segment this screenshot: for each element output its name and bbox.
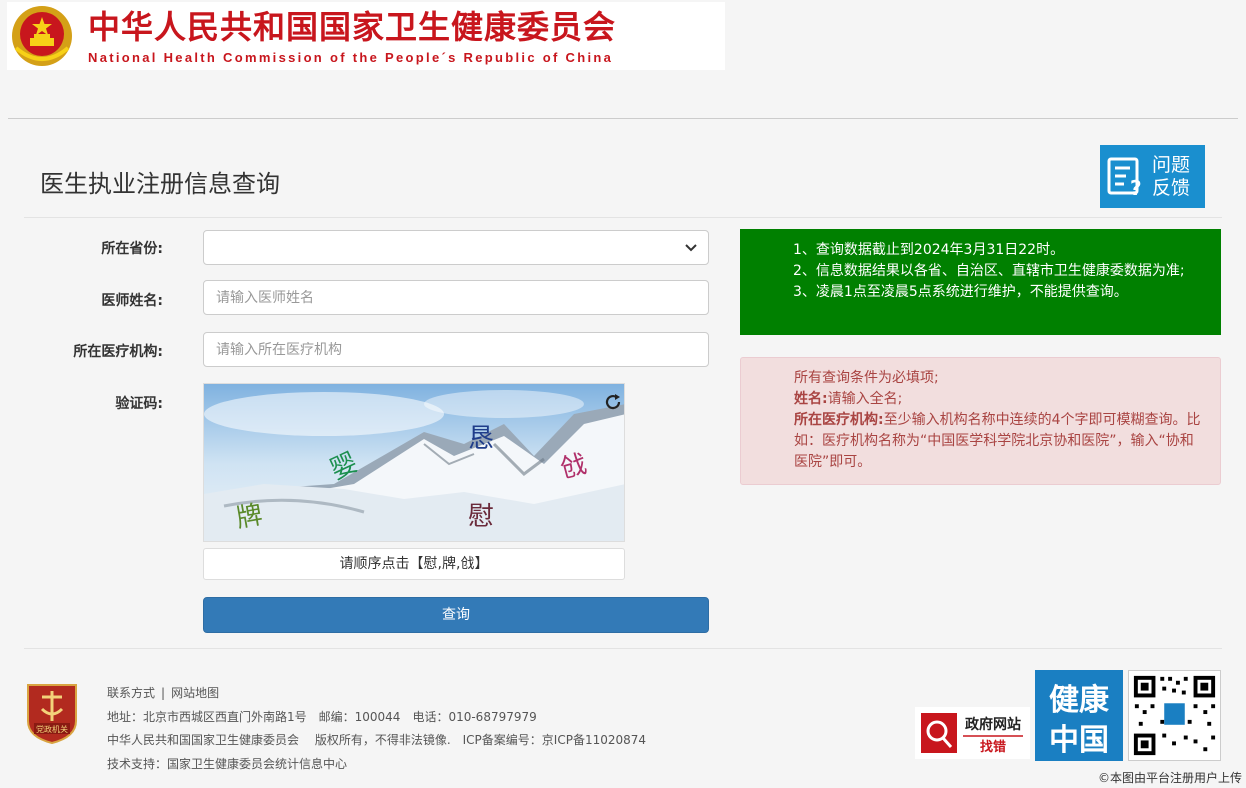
province-select[interactable] <box>203 230 709 265</box>
party-badge-text: 党政机关 <box>36 724 68 734</box>
province-label: 所在省份: <box>101 241 163 257</box>
info-notice-line: 3、凌晨1点至凌晨5点系统进行维护，不能提供查询。 <box>793 284 1128 300</box>
captcha-image[interactable]: 婴 恳 戗 牌 慰 <box>203 383 625 542</box>
rules-name-text: 请输入全名; <box>827 391 903 407</box>
doctor-name-label: 医师姓名: <box>101 293 163 309</box>
banner-title-en: National Health Commission of the People… <box>88 49 614 65</box>
watermark: ©本图由平台注册用户上传 <box>1097 771 1242 785</box>
banner-title-cn: 中华人民共和国国家卫生健康委员会 <box>88 7 617 46</box>
info-notice-line: 2、信息数据结果以各省、自治区、直辖市卫生健康委数据为准; <box>793 263 1185 279</box>
doctor-name-field[interactable] <box>203 280 709 315</box>
gov-site-error-report-button[interactable]: 政府网站 找错 <box>915 707 1030 759</box>
header-banner: 中华人民共和国国家卫生健康委员会 National Health Commiss… <box>7 2 725 70</box>
page-title: 医生执业注册信息查询 <box>40 170 280 198</box>
contact-link[interactable]: 联系方式 <box>107 686 155 700</box>
footer-support: 技术支持：国家卫生健康委员会统计信息中心 <box>107 756 348 771</box>
captcha-label: 验证码: <box>115 396 163 412</box>
captcha-hint: 请顺序点击【慰,牌,戗】 <box>203 548 625 580</box>
chevron-down-icon <box>685 244 697 252</box>
info-notice: 1、查询数据截止到2024年3月31日22时。 2、信息数据结果以各省、自治区、… <box>740 229 1221 335</box>
footer-copyright: 中华人民共和国国家卫生健康委员会 版权所有，不得非法镜像. ICP备案编号：京I… <box>107 733 647 747</box>
qr-code-icon <box>1128 670 1221 761</box>
institution-label: 所在医疗机构: <box>73 344 163 360</box>
jkzg-line1: 健康 <box>1049 683 1110 718</box>
divider <box>24 648 1222 649</box>
sitemap-link[interactable]: 网站地图 <box>171 686 219 700</box>
national-emblem-icon <box>12 6 72 66</box>
divider <box>8 118 1238 119</box>
rules-org-key: 所在医疗机构: <box>794 412 884 428</box>
institution-input[interactable] <box>216 341 696 358</box>
rules-notice-line: 所有查询条件为必填项; <box>794 370 939 386</box>
captcha-char[interactable]: 慰 <box>468 496 494 533</box>
divider <box>24 217 1222 218</box>
refresh-icon[interactable] <box>603 392 623 412</box>
info-notice-line: 1、查询数据截止到2024年3月31日22时。 <box>793 242 1065 258</box>
feedback-icon: ? <box>1107 157 1142 199</box>
healthy-china-logo[interactable]: 健康 中国 <box>1035 670 1123 761</box>
feedback-label-line2: 反馈 <box>1152 176 1191 199</box>
doctor-name-input[interactable] <box>216 289 696 306</box>
gov-find-line1: 政府网站 <box>965 716 1021 733</box>
rules-name-key: 姓名: <box>794 391 828 407</box>
rules-notice: 所有查询条件为必填项; 姓名:请输入全名; 所在医疗机构:至少输入机构名称中连续… <box>740 357 1221 485</box>
footer-info: 联系方式 | 网站地图 地址：北京市西城区西直门外南路1号 邮编：100044 电话… <box>107 682 646 776</box>
institution-field[interactable] <box>203 332 709 367</box>
feedback-label-line1: 问题 <box>1152 153 1191 176</box>
captcha-char[interactable]: 恳 <box>468 418 494 455</box>
jkzg-line2: 中国 <box>1049 723 1109 758</box>
feedback-button[interactable]: ? 问题 反馈 <box>1100 145 1205 208</box>
query-button[interactable]: 查询 <box>203 597 709 633</box>
footer-address: 地址：北京市西城区西直门外南路1号 邮编：100044 电话：010-68797… <box>107 709 537 724</box>
party-government-badge[interactable]: 党政机关 <box>24 681 80 745</box>
svg-text:?: ? <box>1130 176 1142 199</box>
gov-find-line2: 找错 <box>980 739 1006 755</box>
